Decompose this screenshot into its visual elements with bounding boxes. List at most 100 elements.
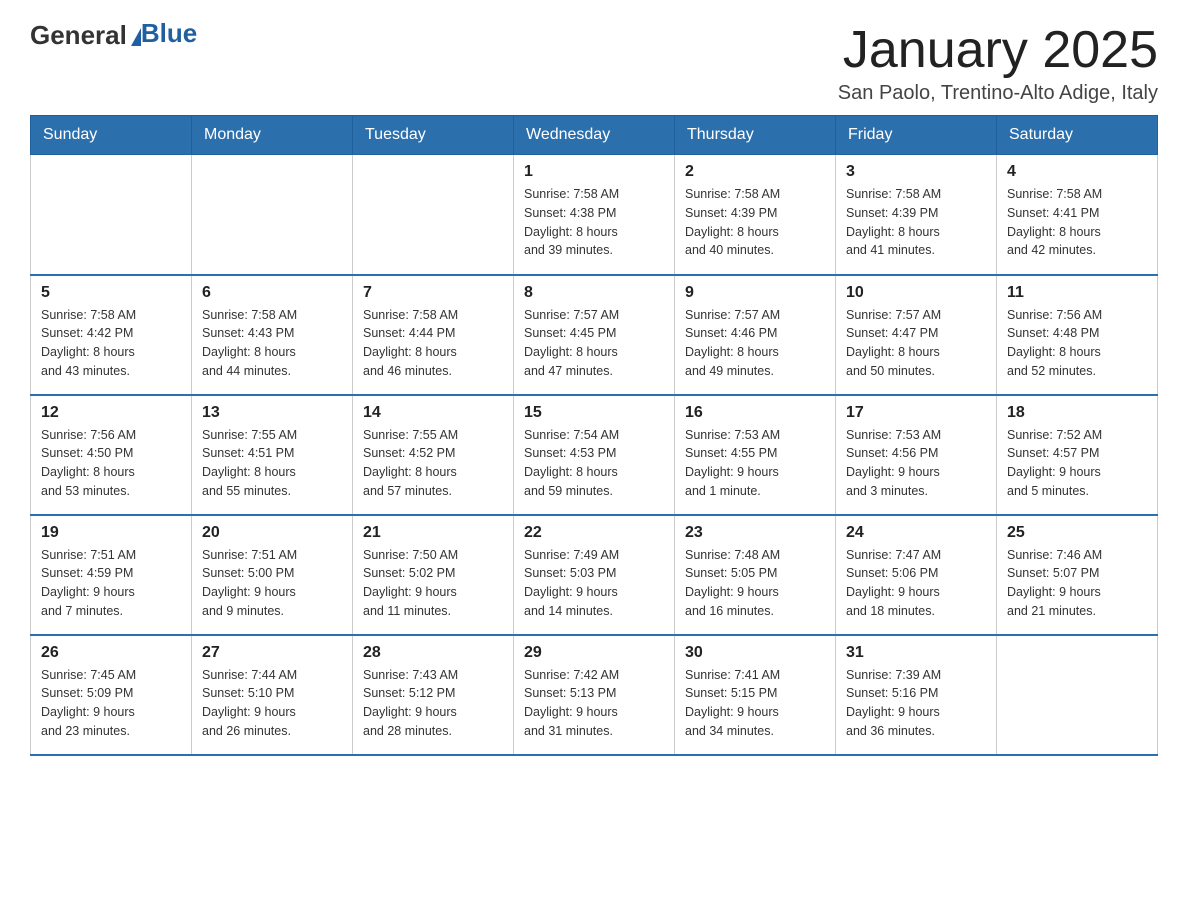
calendar-header-tuesday: Tuesday [353,116,514,155]
calendar-day-empty [353,155,514,275]
day-info: Sunrise: 7:47 AM Sunset: 5:06 PM Dayligh… [846,546,986,621]
calendar-day-6: 6Sunrise: 7:58 AM Sunset: 4:43 PM Daylig… [192,275,353,395]
month-title: January 2025 [838,20,1158,80]
calendar-day-28: 28 Sunrise: 7:43 AM Sunset: 5:12 PM Dayli… [353,635,514,755]
calendar-day-30: 30 Sunrise: 7:41 AM Sunset: 5:15 PM Dayli… [675,635,836,755]
calendar-week-row: 19 Sunrise: 7:51 AM Sunset: 4:59 PM Dayli… [31,515,1158,635]
day-number: 22 [524,524,664,542]
day-info: Sunrise: 7:57 AM Sunset: 4:47 PM Dayligh… [846,306,986,381]
day-number: 24 [846,524,986,542]
day-info: Sunrise: 7:54 AM Sunset: 4:53 PM Dayligh… [524,426,664,501]
day-number: 2 [685,163,825,181]
title-block: January 2025 San Paolo, Trentino-Alto Ad… [838,20,1158,105]
day-number: 16 [685,404,825,422]
calendar-day-27: 27 Sunrise: 7:44 AM Sunset: 5:10 PM Dayli… [192,635,353,755]
calendar-day-13: 13 Sunrise: 7:55 AM Sunset: 4:51 PM Dayli… [192,395,353,515]
calendar-day-26: 26 Sunrise: 7:45 AM Sunset: 5:09 PM Dayli… [31,635,192,755]
calendar-day-1: 1 Sunrise: 7:58 AM Sunset: 4:38 PM Daylig… [514,155,675,275]
day-number: 25 [1007,524,1147,542]
day-info: Sunrise: 7:53 AM Sunset: 4:56 PM Dayligh… [846,426,986,501]
day-number: 3 [846,163,986,181]
day-number: 19 [41,524,181,542]
day-number: 10 [846,284,986,302]
calendar-day-22: 22 Sunrise: 7:49 AM Sunset: 5:03 PM Dayli… [514,515,675,635]
logo-general-text: General [30,20,127,51]
calendar-day-23: 23Sunrise: 7:48 AM Sunset: 5:05 PM Dayli… [675,515,836,635]
page-header: General Blue January 2025 San Paolo, Tre… [30,20,1158,105]
calendar-header-monday: Monday [192,116,353,155]
location-subtitle: San Paolo, Trentino-Alto Adige, Italy [838,82,1158,105]
day-info: Sunrise: 7:43 AM Sunset: 5:12 PM Dayligh… [363,666,503,741]
day-info: Sunrise: 7:46 AM Sunset: 5:07 PM Dayligh… [1007,546,1147,621]
day-info: Sunrise: 7:57 AM Sunset: 4:46 PM Dayligh… [685,306,825,381]
day-info: Sunrise: 7:58 AM Sunset: 4:38 PM Dayligh… [524,185,664,260]
day-number: 4 [1007,163,1147,181]
day-number: 20 [202,524,342,542]
day-info: Sunrise: 7:58 AM Sunset: 4:41 PM Dayligh… [1007,185,1147,260]
calendar-day-10: 10 Sunrise: 7:57 AM Sunset: 4:47 PM Dayli… [836,275,997,395]
calendar-day-18: 18 Sunrise: 7:52 AM Sunset: 4:57 PM Dayli… [997,395,1158,515]
calendar-header-wednesday: Wednesday [514,116,675,155]
calendar-header-row: SundayMondayTuesdayWednesdayThursdayFrid… [31,116,1158,155]
calendar-day-3: 3 Sunrise: 7:58 AM Sunset: 4:39 PM Daylig… [836,155,997,275]
day-info: Sunrise: 7:58 AM Sunset: 4:39 PM Dayligh… [846,185,986,260]
day-number: 9 [685,284,825,302]
calendar-header-sunday: Sunday [31,116,192,155]
day-info: Sunrise: 7:58 AM Sunset: 4:44 PM Dayligh… [363,306,503,381]
day-number: 13 [202,404,342,422]
day-number: 21 [363,524,503,542]
calendar-day-12: 12Sunrise: 7:56 AM Sunset: 4:50 PM Dayli… [31,395,192,515]
day-number: 11 [1007,284,1147,302]
day-info: Sunrise: 7:55 AM Sunset: 4:51 PM Dayligh… [202,426,342,501]
day-number: 15 [524,404,664,422]
day-number: 29 [524,644,664,662]
day-number: 31 [846,644,986,662]
day-info: Sunrise: 7:57 AM Sunset: 4:45 PM Dayligh… [524,306,664,381]
day-info: Sunrise: 7:56 AM Sunset: 4:48 PM Dayligh… [1007,306,1147,381]
day-info: Sunrise: 7:58 AM Sunset: 4:39 PM Dayligh… [685,185,825,260]
calendar-table: SundayMondayTuesdayWednesdayThursdayFrid… [30,115,1158,756]
day-number: 28 [363,644,503,662]
day-info: Sunrise: 7:51 AM Sunset: 5:00 PM Dayligh… [202,546,342,621]
calendar-day-20: 20 Sunrise: 7:51 AM Sunset: 5:00 PM Dayli… [192,515,353,635]
calendar-day-16: 16 Sunrise: 7:53 AM Sunset: 4:55 PM Dayli… [675,395,836,515]
day-info: Sunrise: 7:53 AM Sunset: 4:55 PM Dayligh… [685,426,825,501]
calendar-day-21: 21 Sunrise: 7:50 AM Sunset: 5:02 PM Dayli… [353,515,514,635]
calendar-week-row: 5Sunrise: 7:58 AM Sunset: 4:42 PM Daylig… [31,275,1158,395]
calendar-day-17: 17 Sunrise: 7:53 AM Sunset: 4:56 PM Dayli… [836,395,997,515]
day-number: 12 [41,404,181,422]
day-info: Sunrise: 7:45 AM Sunset: 5:09 PM Dayligh… [41,666,181,741]
calendar-header-saturday: Saturday [997,116,1158,155]
day-info: Sunrise: 7:51 AM Sunset: 4:59 PM Dayligh… [41,546,181,621]
day-info: Sunrise: 7:44 AM Sunset: 5:10 PM Dayligh… [202,666,342,741]
calendar-day-4: 4 Sunrise: 7:58 AM Sunset: 4:41 PM Daylig… [997,155,1158,275]
calendar-day-15: 15 Sunrise: 7:54 AM Sunset: 4:53 PM Dayli… [514,395,675,515]
calendar-day-14: 14Sunrise: 7:55 AM Sunset: 4:52 PM Dayli… [353,395,514,515]
calendar-day-31: 31Sunrise: 7:39 AM Sunset: 5:16 PM Dayli… [836,635,997,755]
day-info: Sunrise: 7:58 AM Sunset: 4:42 PM Dayligh… [41,306,181,381]
day-number: 8 [524,284,664,302]
day-number: 30 [685,644,825,662]
day-number: 26 [41,644,181,662]
calendar-day-24: 24 Sunrise: 7:47 AM Sunset: 5:06 PM Dayli… [836,515,997,635]
day-number: 17 [846,404,986,422]
day-info: Sunrise: 7:48 AM Sunset: 5:05 PM Dayligh… [685,546,825,621]
calendar-header-thursday: Thursday [675,116,836,155]
calendar-day-9: 9 Sunrise: 7:57 AM Sunset: 4:46 PM Daylig… [675,275,836,395]
calendar-day-empty [997,635,1158,755]
logo-triangle-icon [131,28,141,46]
day-info: Sunrise: 7:41 AM Sunset: 5:15 PM Dayligh… [685,666,825,741]
day-info: Sunrise: 7:42 AM Sunset: 5:13 PM Dayligh… [524,666,664,741]
day-number: 1 [524,163,664,181]
day-number: 18 [1007,404,1147,422]
calendar-day-empty [31,155,192,275]
day-number: 27 [202,644,342,662]
logo: General Blue [30,20,197,51]
calendar-day-2: 2 Sunrise: 7:58 AM Sunset: 4:39 PM Daylig… [675,155,836,275]
calendar-day-7: 7Sunrise: 7:58 AM Sunset: 4:44 PM Daylig… [353,275,514,395]
calendar-day-8: 8 Sunrise: 7:57 AM Sunset: 4:45 PM Daylig… [514,275,675,395]
day-info: Sunrise: 7:52 AM Sunset: 4:57 PM Dayligh… [1007,426,1147,501]
day-info: Sunrise: 7:49 AM Sunset: 5:03 PM Dayligh… [524,546,664,621]
calendar-day-25: 25 Sunrise: 7:46 AM Sunset: 5:07 PM Dayli… [997,515,1158,635]
day-info: Sunrise: 7:50 AM Sunset: 5:02 PM Dayligh… [363,546,503,621]
